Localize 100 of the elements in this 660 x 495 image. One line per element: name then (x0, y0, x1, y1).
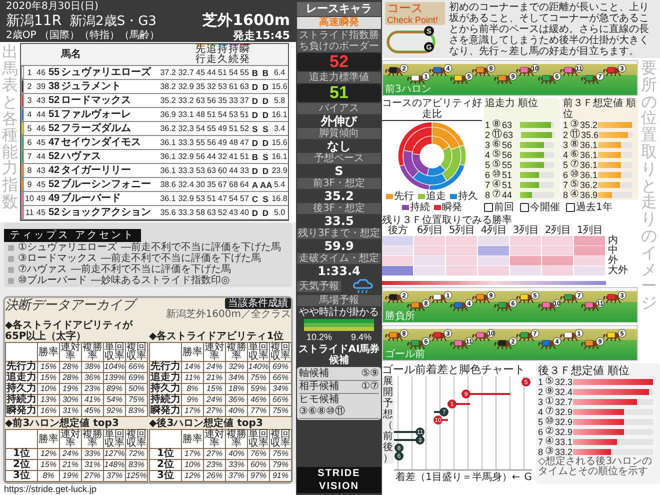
first-3f-time: 36.9 (159, 110, 177, 119)
speed-index: 39 (36, 82, 46, 91)
horse-number: ⑩ (545, 417, 554, 427)
ability-score: 44 (206, 152, 217, 161)
column-header: 単回収率 (104, 342, 126, 362)
row-header: 持続力 (6, 394, 38, 406)
rank-number: 8 (538, 447, 544, 457)
ability-score: 33 (239, 166, 250, 175)
ability-score: 48 (228, 138, 239, 147)
horse-rating: 52 (47, 123, 61, 134)
table-cell: 72% (126, 448, 148, 460)
speed-index: 49 (36, 194, 46, 203)
grade: S (262, 194, 270, 204)
row-header: 3位 (6, 470, 38, 482)
ranking-value: 55 (502, 160, 513, 170)
table-cell: 45% (82, 406, 104, 416)
table-cell: 77% (248, 406, 270, 416)
section-title: ◆後3ハロン想定値 top3 (149, 418, 264, 429)
last-3f-time: 32.9 (177, 82, 195, 91)
tips-title: ティップス アクセント (4, 229, 142, 242)
legend-label: 持久 (458, 191, 478, 202)
horse-number: ⑤ (492, 150, 501, 160)
bullet-icon (8, 244, 14, 250)
first-3f-time: 35.2 (159, 96, 177, 105)
row-header: 1位 (6, 448, 38, 460)
last-3f-time: 33.3 (177, 166, 195, 175)
ability-score: 53 (228, 110, 239, 119)
horse-name[interactable]: シュヴァリエローズ (61, 66, 159, 78)
tip-horse: ①シュヴァリエローズ (18, 242, 117, 253)
post-time: 発走15:45 (232, 30, 290, 42)
column-header: 4列目 (480, 226, 508, 236)
legend-swatch (418, 194, 425, 199)
horse-number: 8 (26, 166, 33, 175)
horse-rating: 55 (47, 67, 61, 78)
horse-name[interactable]: ファルヴォーレ (61, 108, 159, 120)
table-cell: 10% (182, 460, 204, 470)
tip-horse: ⑩ブルーバード (18, 275, 87, 286)
metric-label: 前3F・想定 (297, 178, 381, 189)
legend-swatch (450, 194, 457, 199)
odds: 5.4 (272, 180, 286, 189)
last-3f-time: 32.9 (177, 194, 195, 203)
first-3f-time: 38.6 (159, 180, 177, 189)
ability-score: 63 (239, 82, 250, 91)
last-3f-time: 32.7 (177, 68, 195, 77)
horse-name[interactable]: ジュラメント (61, 80, 159, 92)
horse-name[interactable]: セイウンダイモス (61, 136, 159, 148)
grade: D (261, 82, 270, 92)
horse-name[interactable]: ブルーバード (61, 192, 159, 204)
column-header: 複回収率 (126, 342, 148, 362)
ability-score: 54 (228, 68, 239, 77)
table-cell: 66% (270, 372, 292, 384)
column-header: 複回収率 (270, 342, 292, 362)
table-cell: 36% (82, 372, 104, 384)
legend-swatch (402, 205, 409, 210)
horse-number: ⑦ (570, 160, 579, 170)
last-3f-time: 33.2 (177, 96, 195, 105)
odds: 15.6 (271, 82, 288, 91)
metric-value: 1:33.4 (316, 265, 362, 277)
ranking-value: 36.1 (580, 170, 597, 180)
row-header: 先行力 (6, 362, 38, 372)
horse-name[interactable]: ショックアクション (61, 206, 159, 218)
grade: B (261, 68, 270, 78)
row-header: 内 (608, 236, 619, 246)
horse-number: 4 (26, 110, 33, 119)
row-header: 追走力 (6, 372, 38, 384)
last-3f-time: 32.4 (177, 180, 195, 189)
condition-badge: 当該条件成績 (225, 298, 291, 309)
horse-number: 10 (24, 194, 35, 203)
ability-score: 51 (206, 194, 217, 203)
row-header: 3位 (150, 470, 182, 482)
ability-score: 54 (195, 124, 206, 133)
horse-name[interactable]: ブルーシンフォニー (61, 178, 159, 190)
metric-label: 予想ペース (297, 153, 381, 164)
scene-label: 勝負所 (385, 311, 415, 322)
ability-score: 35 (206, 180, 217, 189)
horse-name[interactable]: フラーズダルム (61, 122, 159, 134)
ranking-value: 35.6 (581, 130, 598, 140)
table-cell: 75% (126, 394, 148, 406)
ability-score: 51 (239, 110, 250, 119)
row-header: 2位 (150, 460, 182, 470)
rank-number: 4 (538, 407, 544, 417)
bullet-icon (8, 256, 14, 262)
horse-name[interactable]: ロードマックス (61, 94, 159, 106)
table-cell: 14% (182, 362, 204, 372)
horse-number: ⑪ (570, 130, 580, 140)
table-cell: 66% (126, 362, 148, 372)
row-header: 2位 (6, 460, 38, 470)
odds: 3.4 (272, 124, 286, 133)
odds: 6.4 (272, 68, 286, 77)
ranking-value: 36.1 (580, 150, 597, 160)
rank-number: 5 (485, 160, 491, 170)
table-cell: 15% (38, 372, 60, 384)
legend-label: 瞬発 (442, 202, 462, 213)
grade: S (262, 152, 270, 162)
checkpoint-text: 初めのコーナーまでの距離が長いこと、上り坂があること、そしてコーナーが急であることから前半のペースは緩め。さらに直線の長さを意識してしまうため後半の仕掛が大きくなり、先行～差し馬の好走が目立ちます。 (449, 2, 650, 56)
column-header: 複勝率 (82, 342, 104, 362)
horse-name[interactable]: ハヴァス (61, 150, 159, 162)
ranking-value: 36.1 (580, 160, 597, 170)
horse-name[interactable]: タイガーリリー (61, 164, 159, 176)
grade: D (250, 82, 260, 92)
